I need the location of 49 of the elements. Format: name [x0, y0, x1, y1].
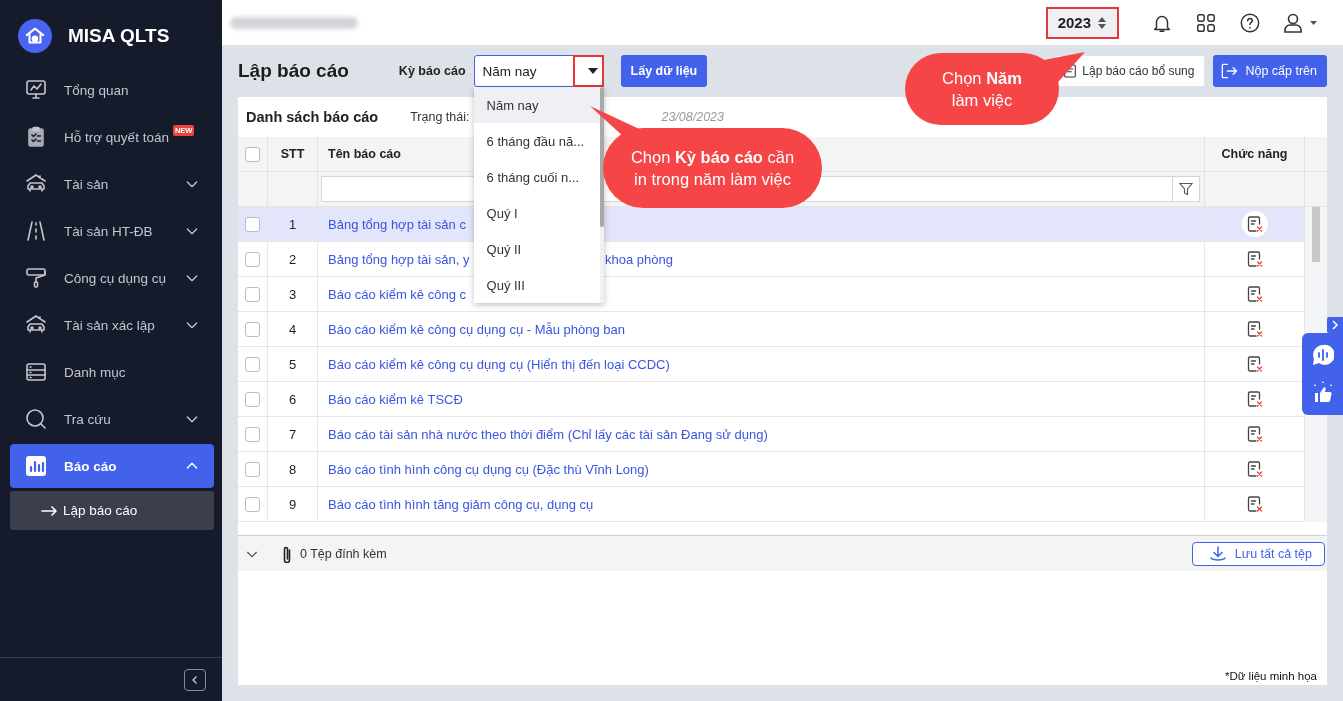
row-number: 3 — [268, 277, 318, 312]
year-selector[interactable]: 2023 — [1047, 8, 1117, 37]
report-link[interactable]: Báo cáo kiểm kê công cụ dụng cụ - Mẫu phòng ban — [328, 321, 626, 337]
row-number: 8 — [268, 452, 318, 487]
sidebar-item[interactable]: Tổng quan — [10, 68, 214, 112]
date-text: 23/08/2023 — [661, 110, 724, 124]
row-number: 9 — [268, 487, 318, 522]
report-link[interactable]: khoa phòng — [605, 251, 673, 267]
attachment-count: 0 Tệp đính kèm — [300, 546, 387, 561]
row-number: 6 — [268, 382, 318, 417]
dropdown-option[interactable]: Quý III — [473, 267, 600, 303]
row-number: 1 — [268, 207, 318, 242]
report-link[interactable]: Báo cáo tình hình tăng giảm công cụ, dụng cụ — [328, 496, 594, 512]
row-number: 4 — [268, 312, 318, 347]
report-link[interactable]: Báo cáo tình hình công cụ dụng cụ (Đặc thù Vĩnh Long) — [328, 461, 649, 477]
sidebar-subitem[interactable]: Lập báo cáo — [10, 491, 214, 530]
submit-button[interactable]: Nộp cấp trên — [1213, 55, 1327, 87]
hint-tooltip-text: Chọn Năm làm việc — [942, 68, 1022, 111]
report-link[interactable]: Báo cáo tài sản nhà nước theo thời điểm (Chỉ lấy các tài sản Đang sử dụng) — [328, 426, 768, 442]
sidebar-item[interactable]: Danh mục — [10, 350, 214, 394]
report-link[interactable]: Báo cáo kiểm kê công c — [328, 286, 467, 302]
row-number: 5 — [268, 347, 318, 382]
row-number: 7 — [268, 417, 318, 452]
fetch-data-button[interactable]: Lấy dữ liệu — [620, 55, 708, 87]
report-link[interactable]: Bảng tổng hợp tài sản, y — [328, 251, 470, 267]
dropdown-option[interactable]: Năm nay — [473, 87, 600, 123]
sidebar-item[interactable]: Tài sản — [10, 162, 214, 206]
app-name: MISA QLTS — [68, 25, 170, 47]
report-link[interactable]: Báo cáo kiểm kê TSCĐ — [328, 391, 463, 407]
list-title: Danh sách báo cáo — [246, 109, 379, 125]
sidebar-item[interactable]: Tra cứu — [10, 397, 214, 441]
period-label: Kỳ báo cáo — [398, 64, 466, 78]
footnote: *Dữ liệu minh họa — [1224, 670, 1318, 684]
supplement-report-button[interactable]: Lập báo cáo bổ sung — [1055, 55, 1206, 87]
dropdown-option[interactable]: 6 tháng cuối n... — [473, 159, 600, 195]
page-title: Lập báo cáo — [238, 60, 349, 82]
status-label: Trạng thái: — [410, 110, 470, 124]
report-link[interactable]: Bảng tổng hợp tài sản c — [328, 216, 466, 232]
sidebar-item[interactable]: Công cụ dụng cụ — [10, 256, 214, 300]
hint-tooltip-text: Chọn Kỳ báo cáo cần in trong năm làm việc — [630, 147, 795, 190]
row-number: 2 — [268, 242, 318, 277]
save-all-files-button[interactable]: Lưu tất cả tệp — [1191, 541, 1325, 566]
sidebar-item[interactable]: Báo cáo — [10, 444, 214, 488]
dropdown-option[interactable]: Quý I — [473, 195, 600, 231]
report-link[interactable]: Báo cáo kiểm kê công cụ dụng cụ (Hiển thị đến loại CCDC) — [328, 356, 670, 372]
sidebar-item[interactable]: Tài sản xác lập — [10, 303, 214, 347]
dropdown-option[interactable]: 6 tháng đầu nă... — [473, 123, 600, 159]
dropdown-option[interactable]: Quý II — [473, 231, 600, 267]
sidebar-item[interactable]: Tài sản HT-ĐB — [10, 209, 214, 253]
